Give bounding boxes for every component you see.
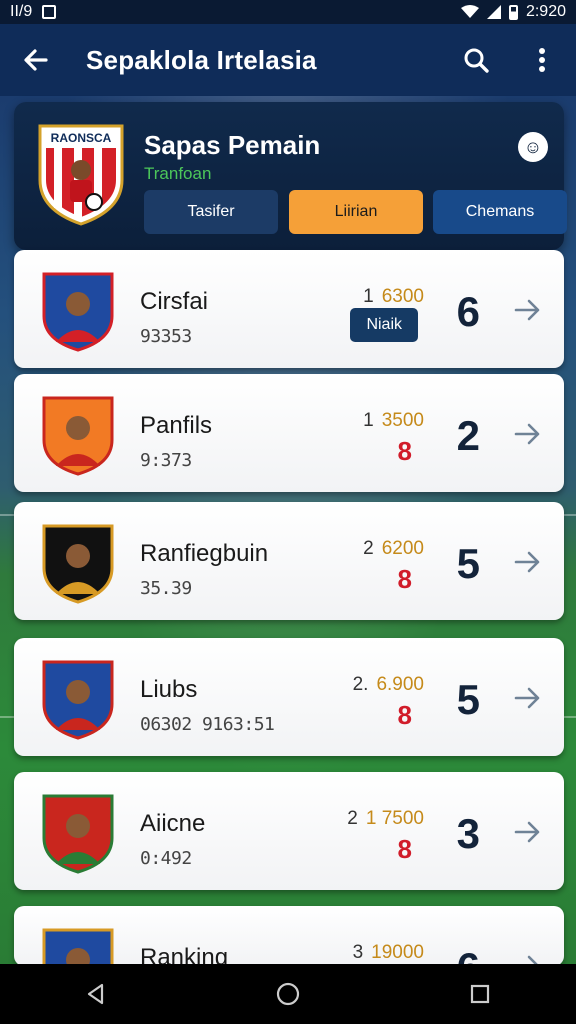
chevron-right-icon (514, 423, 540, 445)
player-rank: 1 (363, 410, 374, 431)
crest-text: RAONSCA (51, 131, 112, 145)
player-points: 19000 (371, 942, 424, 963)
player-score: 1 6300 (363, 286, 424, 308)
chevron-right-icon (514, 551, 540, 573)
back-button[interactable] (16, 40, 56, 80)
wifi-icon (460, 5, 479, 18)
list-item[interactable]: Aiicne 0:492 2 1 7500 8 3 (14, 772, 564, 890)
player-number: 3 (456, 810, 480, 857)
system-nav-bar (0, 964, 576, 1024)
player-rank: 3 (352, 942, 364, 963)
status-left-text: II/9 (10, 3, 33, 20)
header-card: RAONSCA Sapas Pemain Tranfoan ☺ Tasifer … (14, 102, 567, 250)
nav-recents-button[interactable] (460, 974, 500, 1014)
chevron-right-icon (514, 299, 540, 321)
player-meta: 9:373 (140, 450, 192, 471)
player-number: 2 (456, 412, 480, 459)
player-name: Cirsfai (140, 288, 209, 315)
player-rank: 1 (363, 286, 374, 307)
alert-count: 8 (397, 700, 412, 730)
alert-count: 8 (397, 564, 412, 594)
player-number: 6 (456, 288, 480, 335)
player-points: 6200 (381, 538, 424, 559)
search-button[interactable] (458, 42, 494, 78)
status-pill[interactable]: Niaik (350, 308, 418, 342)
list-item[interactable]: Panfils 9:373 1 3500 8 2 (14, 374, 564, 492)
chevron-right-icon (514, 821, 540, 843)
more-options-button[interactable] (524, 42, 560, 78)
signal-icon (486, 5, 501, 19)
team-crest: RAONSCA (38, 124, 124, 226)
player-name: Liubs (140, 676, 198, 703)
header-subtitle: Tranfoan (144, 164, 212, 183)
list-item[interactable]: Ranfiegbuin 35.39 2 6200 8 5 (14, 502, 564, 620)
filter-button-liirian[interactable]: Liirian (289, 190, 423, 234)
player-points: 1 7500 (365, 808, 424, 829)
alert-count: 8 (397, 834, 412, 864)
player-points: 6300 (381, 286, 424, 307)
player-rank: 2 (347, 808, 358, 829)
list-item[interactable]: Ranking 319000 6 (14, 906, 564, 1008)
filter-button-chemans[interactable]: Chemans (433, 190, 567, 234)
player-badge (42, 794, 114, 874)
alert-count: 8 (397, 436, 412, 466)
more-vertical-icon (539, 48, 545, 72)
header-title: Sapas Pemain (144, 130, 321, 160)
player-rank: 2. (352, 674, 369, 695)
arrow-left-icon (24, 49, 48, 71)
player-name: Panfils (140, 412, 213, 439)
player-meta: 06302 9163:51 (140, 714, 275, 735)
player-score: 3 19000 (353, 942, 424, 964)
chevron-right-icon (514, 687, 540, 709)
player-name: Ranfiegbuin (140, 540, 269, 567)
filter-button-tasifer[interactable]: Tasifer (144, 190, 278, 234)
player-badge (42, 396, 114, 476)
player-score: 2 6200 (363, 538, 424, 560)
player-score: 1 3500 (363, 410, 424, 432)
player-score: 2 1 7500 (347, 808, 424, 830)
nav-home-button[interactable] (268, 974, 308, 1014)
smiley-icon[interactable]: ☺ (518, 132, 548, 162)
status-time: 2:920 (525, 3, 566, 20)
nav-back-button[interactable] (76, 974, 116, 1014)
player-badge (42, 272, 114, 352)
notification-icon (42, 5, 57, 19)
circle-home-icon (276, 982, 300, 1006)
player-meta: 35.39 (140, 578, 192, 599)
list-item[interactable]: Liubs 06302 9163:51 2. 6.900 8 5 (14, 638, 564, 756)
player-name: Aiicne (140, 810, 206, 837)
player-badge (42, 660, 114, 740)
player-points: 3500 (381, 410, 424, 431)
player-number: 5 (456, 676, 480, 723)
player-number: 5 (456, 540, 480, 587)
player-score: 2. 6.900 (353, 674, 424, 696)
player-badge (42, 524, 114, 604)
search-icon (464, 48, 489, 73)
square-recents-icon (470, 984, 490, 1004)
list-item[interactable]: Cirsfai 93353 1 6300 Niaik 6 (14, 250, 564, 368)
battery-icon (508, 4, 518, 20)
player-meta: 93353 (140, 326, 192, 347)
status-bar: II/9 2:920 (0, 0, 576, 24)
player-meta: 0:492 (140, 848, 192, 869)
app-bar: Sepaklola Irtelasia (0, 24, 576, 96)
triangle-back-icon (87, 983, 104, 1005)
player-points: 6.900 (376, 674, 424, 695)
app-title: Sepaklola Irtelasia (86, 44, 317, 75)
player-rank: 2 (363, 538, 374, 559)
